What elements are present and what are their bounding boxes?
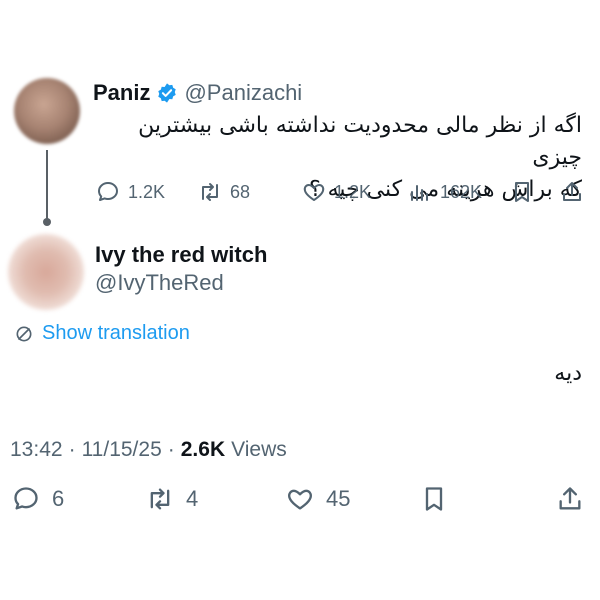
reply-tweet-text: دیه	[554, 361, 582, 386]
like-count: 1.2K	[334, 181, 372, 202]
reply-button[interactable]: 6	[12, 485, 64, 513]
reply-icon	[98, 182, 118, 201]
views-count: 2.6K	[180, 438, 226, 461]
meta-separator: ·	[167, 438, 175, 461]
views-count: 162K	[440, 181, 483, 202]
meta-separator: ·	[68, 438, 76, 461]
reply-button[interactable]: 1.2K	[96, 180, 165, 204]
retweet-button[interactable]: 4	[146, 485, 198, 513]
reply-icon	[14, 487, 38, 510]
reply-author-name[interactable]: Ivy the red witch	[95, 242, 267, 268]
reply-count: 6	[52, 486, 65, 511]
retweet-count: 68	[230, 181, 251, 202]
retweet-icon	[202, 183, 218, 201]
avatar-ivy[interactable]	[8, 234, 84, 310]
bookmark-button[interactable]	[420, 485, 448, 513]
share-button[interactable]	[556, 485, 584, 513]
share-button[interactable]	[560, 180, 584, 204]
tweet-date[interactable]: 11/15/25	[82, 438, 162, 462]
views-label: Views	[231, 438, 287, 461]
tweet-meta: 13:42 · 11/15/25 · 2.6K Views	[10, 438, 287, 462]
bookmark-icon	[425, 487, 443, 511]
like-button[interactable]: 45	[286, 485, 350, 513]
retweet-count: 4	[186, 486, 199, 511]
like-button[interactable]: 1.2K	[302, 180, 371, 204]
bookmark-icon	[515, 182, 529, 202]
thread-dot	[43, 218, 51, 226]
share-icon	[563, 182, 581, 201]
share-icon	[559, 487, 581, 510]
show-translation-button[interactable]: Show translation	[14, 322, 190, 345]
author-name[interactable]: Paniz	[93, 80, 150, 106]
like-icon	[288, 489, 312, 510]
author-handle[interactable]: @Panizachi	[184, 80, 302, 106]
views-button[interactable]: 162K	[408, 180, 482, 204]
translate-icon	[16, 326, 32, 341]
like-count: 45	[326, 486, 351, 511]
bookmark-button[interactable]	[510, 180, 534, 204]
reply-count: 1.2K	[128, 181, 166, 202]
tweet-time[interactable]: 13:42	[10, 438, 63, 462]
retweet-button[interactable]: 68	[198, 180, 250, 204]
verified-badge-icon	[156, 82, 178, 104]
like-icon	[303, 184, 325, 201]
tweet-text-line: اگه از نظر مالی محدودیت نداشته باشی بیشت…	[138, 113, 582, 170]
reply-author-handle[interactable]: @IvyTheRed	[95, 270, 224, 296]
show-translation-label: Show translation	[42, 322, 190, 344]
thread-line	[46, 150, 48, 220]
quoted-author-line: Paniz @Panizachi	[93, 80, 302, 106]
avatar-paniz[interactable]	[14, 78, 80, 144]
retweet-icon	[150, 488, 170, 510]
views-icon	[411, 185, 428, 201]
